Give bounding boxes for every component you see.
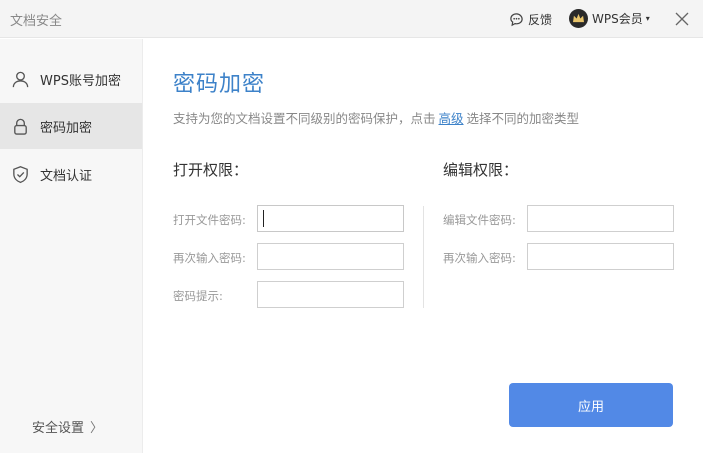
sidebar-item-label: 密码加密 (40, 120, 93, 136)
vip-member-menu[interactable]: WPS会员 ▾ (569, 8, 650, 29)
feedback-button[interactable]: 反馈 (509, 9, 552, 29)
window-title: 文档安全 (10, 14, 63, 29)
vip-label: WPS会员 (592, 12, 643, 26)
open-password-field[interactable] (257, 205, 404, 232)
edit-confirm-label: 再次输入密码: (443, 251, 516, 265)
sidebar-item-doc-auth[interactable]: 文档认证 (0, 151, 142, 197)
edit-password-field[interactable] (527, 205, 674, 232)
password-hint-field[interactable] (257, 281, 404, 308)
edit-permission-title: 编辑权限： (443, 161, 519, 179)
sidebar-item-wps-account[interactable]: WPS账号加密 (0, 56, 142, 102)
password-hint-label: 密码提示: (173, 289, 223, 303)
chevron-right-icon: 〉 (90, 421, 104, 436)
shield-check-icon (13, 165, 28, 183)
text-cursor (263, 210, 264, 227)
crown-icon (569, 9, 588, 28)
edit-confirm-field[interactable] (527, 243, 674, 270)
sidebar-item-label: WPS账号加密 (40, 73, 121, 89)
description-text-suffix: 选择不同的加密类型 (466, 111, 580, 126)
sidebar: WPS账号加密 密码加密 文档认证 安全设置 〉 (0, 39, 143, 453)
edit-password-label: 编辑文件密码: (443, 213, 516, 227)
description-text: 支持为您的文档设置不同级别的密码保护，点击 (173, 111, 436, 126)
open-confirm-field[interactable] (257, 243, 404, 270)
advanced-link[interactable]: 高级 (439, 111, 464, 126)
chevron-down-icon: ▾ (645, 14, 650, 23)
section-divider (423, 206, 424, 308)
security-settings-label: 安全设置 (32, 421, 85, 436)
open-password-label: 打开文件密码: (173, 213, 246, 227)
open-permission-title: 打开权限： (173, 161, 249, 179)
chat-bubble-icon (510, 12, 523, 26)
sidebar-item-password[interactable]: 密码加密 (0, 103, 142, 149)
title-bar: 文档安全 反馈 WPS会员 ▾ (0, 0, 703, 38)
page-description: 支持为您的文档设置不同级别的密码保护，点击 高级 选择不同的加密类型 (173, 108, 579, 127)
apply-button[interactable]: 应用 (509, 383, 673, 427)
lock-icon (14, 118, 27, 135)
sidebar-item-label: 文档认证 (40, 168, 93, 184)
open-confirm-label: 再次输入密码: (173, 251, 246, 265)
close-icon[interactable] (673, 10, 691, 28)
security-settings-link[interactable]: 安全设置 〉 (32, 417, 103, 436)
page-title: 密码加密 (173, 72, 266, 97)
user-icon (12, 71, 29, 87)
feedback-label: 反馈 (528, 12, 553, 27)
